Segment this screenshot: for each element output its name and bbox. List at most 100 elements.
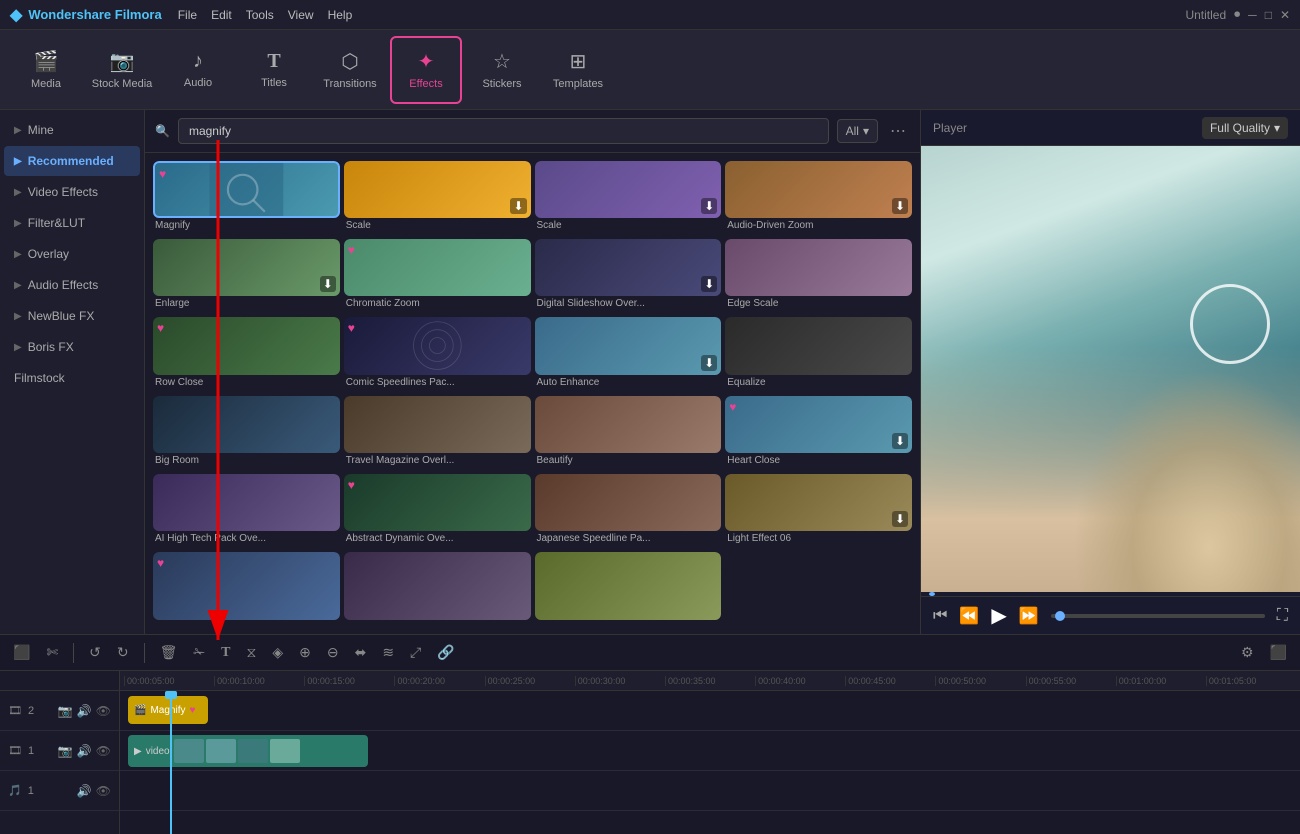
effect-magnify[interactable]: ♥ Magnify	[153, 161, 340, 235]
menu-view[interactable]: View	[288, 8, 314, 22]
toolbar-media[interactable]: 🎬 Media	[10, 36, 82, 104]
toolbar-audio[interactable]: ♪ Audio	[162, 36, 234, 104]
toolbar-titles[interactable]: T Titles	[238, 36, 310, 104]
effect-beautify[interactable]: Beautify	[535, 396, 722, 470]
timeline-settings-button[interactable]: ⚙	[1236, 641, 1259, 664]
window-minimize[interactable]: ─	[1248, 8, 1257, 22]
menu-tools[interactable]: Tools	[246, 8, 274, 22]
track-audio-mute-icon[interactable]: 🔊	[77, 784, 92, 798]
play-button[interactable]: ▶	[991, 603, 1006, 628]
player-scrubber[interactable]	[921, 592, 1300, 596]
timeline-delete-button[interactable]: 🗑	[155, 641, 183, 664]
sidebar-item-filter-lut[interactable]: ▶ Filter&LUT	[4, 208, 140, 238]
sidebar-item-filmstock[interactable]: Filmstock	[4, 363, 140, 393]
track-2-camera-icon[interactable]: 📷	[58, 704, 73, 718]
effect-chromatic[interactable]: ♥ Chromatic Zoom	[344, 239, 531, 313]
timeline-redo-button[interactable]: ↻	[112, 641, 134, 664]
effect-travel[interactable]: Travel Magazine Overl...	[344, 396, 531, 470]
effect-enlarge[interactable]: ⬇ Enlarge	[153, 239, 340, 313]
timeline-zoom-out[interactable]: ⊖	[322, 641, 344, 664]
effect-japanese[interactable]: Japanese Speedline Pa...	[535, 474, 722, 548]
effect-edge[interactable]: Edge Scale	[725, 239, 912, 313]
effect-bigroom[interactable]: Big Room	[153, 396, 340, 470]
track-audio-eye-icon[interactable]: 👁	[96, 784, 111, 798]
timeline-speed-button[interactable]: ⧖	[242, 641, 262, 664]
effect-extra2[interactable]	[344, 552, 531, 626]
abstract-thumb: ♥	[344, 474, 531, 531]
track-2-eye-icon[interactable]: 👁	[96, 704, 111, 718]
menu-help[interactable]: Help	[328, 8, 353, 22]
sidebar-item-mine[interactable]: ▶ Mine	[4, 115, 140, 145]
sidebar-item-audio-effects[interactable]: ▶ Audio Effects	[4, 270, 140, 300]
effect-heartclose[interactable]: ♥ ⬇ Heart Close	[725, 396, 912, 470]
timeline-expand-button[interactable]: ⬛	[1265, 641, 1292, 664]
track-1-camera-icon[interactable]: 📷	[58, 744, 73, 758]
toolbar-stock-media[interactable]: 📷 Stock Media	[86, 36, 158, 104]
track-row-audio[interactable]	[120, 771, 1300, 811]
effect-clip-label: Magnify	[150, 705, 185, 716]
effect-scale2[interactable]: ⬇ Scale	[535, 161, 722, 235]
toolbar-templates[interactable]: ⊞ Templates	[542, 36, 614, 104]
step-back-button[interactable]: ⏪	[959, 606, 979, 626]
timeline-zoom-in[interactable]: ⊕	[294, 641, 316, 664]
toolbar-effects[interactable]: ✦ Effects	[390, 36, 462, 104]
video-clip[interactable]: ▶ video	[128, 735, 368, 767]
sidebar-item-boris-fx[interactable]: ▶ Boris FX	[4, 332, 140, 362]
effect-comic[interactable]: ♥ Comic Speedlines Pac...	[344, 317, 531, 391]
timeline-keyframe-button[interactable]: ◈	[267, 641, 288, 664]
track-audio-number: 1	[28, 785, 34, 797]
timeline-text-button[interactable]: T	[216, 642, 235, 664]
rowclose-thumb: ♥	[153, 317, 340, 374]
timeline-select-tool[interactable]: ⬛	[8, 641, 35, 664]
timeline-cut-tool[interactable]: ✄	[41, 641, 63, 664]
effect-light[interactable]: ⬇ Light Effect 06	[725, 474, 912, 548]
effect-autoenhance[interactable]: ⬇ Auto Enhance	[535, 317, 722, 391]
timeline-undo-button[interactable]: ↺	[84, 641, 106, 664]
effect-abstract[interactable]: ♥ Abstract Dynamic Ove...	[344, 474, 531, 548]
menu-file[interactable]: File	[178, 8, 197, 22]
autoenhance-label: Auto Enhance	[535, 375, 722, 392]
track-row-1[interactable]: ▶ video	[120, 731, 1300, 771]
window-close[interactable]: ✕	[1280, 8, 1290, 22]
toolbar-transitions[interactable]: ⬡ Transitions	[314, 36, 386, 104]
track-row-2[interactable]: 🎬 Magnify ♥	[120, 691, 1300, 731]
effect-clip-magnify[interactable]: 🎬 Magnify ♥	[128, 696, 208, 724]
effect-audiozoom[interactable]: ⬇ Audio-Driven Zoom	[725, 161, 912, 235]
enlarge-download-icon: ⬇	[320, 276, 336, 292]
effect-rowclose[interactable]: ♥ Row Close	[153, 317, 340, 391]
filter-dropdown[interactable]: All ▾	[837, 119, 878, 143]
step-forward-button[interactable]: ⏩	[1019, 606, 1039, 626]
effect-aitech[interactable]: AI High Tech Pack Ove...	[153, 474, 340, 548]
window-maximize[interactable]: □	[1265, 8, 1272, 22]
search-more-button[interactable]: ⋯	[886, 121, 910, 141]
quality-dropdown[interactable]: Full Quality ▾	[1202, 117, 1288, 139]
video-clip-icon: ▶	[134, 746, 142, 757]
playhead[interactable]	[170, 691, 172, 834]
extra1-label	[153, 620, 340, 626]
timeline-crop-button[interactable]: ✁	[188, 641, 210, 664]
menu-edit[interactable]: Edit	[211, 8, 232, 22]
sidebar-item-recommended[interactable]: ▶ Recommended	[4, 146, 140, 176]
search-input[interactable]	[178, 118, 829, 144]
track-1-audio-icon[interactable]: 🔊	[77, 744, 92, 758]
effect-extra3[interactable]	[535, 552, 722, 626]
effect-extra1[interactable]: ♥	[153, 552, 340, 626]
sidebar-item-overlay[interactable]: ▶ Overlay	[4, 239, 140, 269]
effect-digital[interactable]: ⬇ Digital Slideshow Over...	[535, 239, 722, 313]
track-1-eye-icon[interactable]: 👁	[96, 744, 111, 758]
timeline-fit-button[interactable]: ⬌	[350, 641, 372, 664]
sidebar-item-newblue-fx[interactable]: ▶ NewBlue FX	[4, 301, 140, 331]
track-2-audio-icon[interactable]: 🔊	[77, 704, 92, 718]
skip-back-button[interactable]: ⏮	[933, 607, 947, 625]
timeline-link-button[interactable]: 🔗	[432, 641, 459, 664]
chromatic-heart-icon: ♥	[348, 243, 355, 257]
player-progress-bar[interactable]	[1051, 614, 1265, 618]
timeline-snap-button[interactable]: ⤢	[405, 641, 426, 664]
effect-scale1[interactable]: ⬇ Scale	[344, 161, 531, 235]
effect-equalize[interactable]: Equalize	[725, 317, 912, 391]
track-1-number: 1	[28, 745, 34, 757]
sidebar-item-video-effects[interactable]: ▶ Video Effects	[4, 177, 140, 207]
toolbar-stickers[interactable]: ☆ Stickers	[466, 36, 538, 104]
fullscreen-button[interactable]: ⛶	[1277, 607, 1288, 625]
timeline-audio-button[interactable]: ≋	[377, 641, 399, 664]
